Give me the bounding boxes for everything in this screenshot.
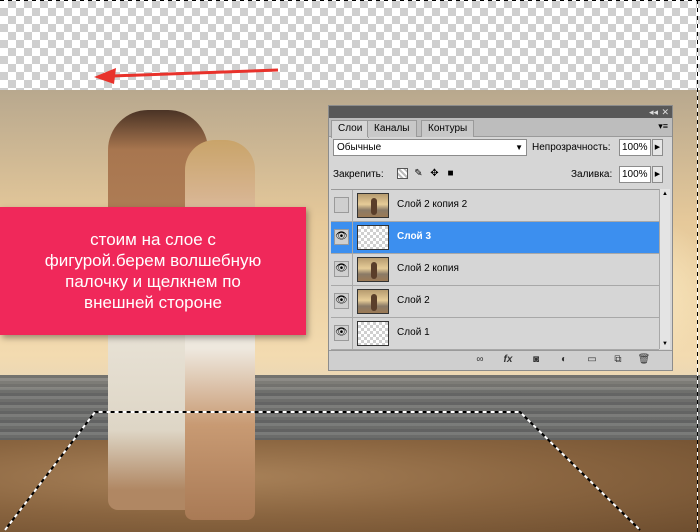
tab-channels[interactable]: Каналы: [367, 120, 417, 137]
callout-text: стоим на слое с фигурой.берем волшебную …: [44, 230, 262, 312]
layer-name: Слой 2 копия 2: [397, 199, 468, 210]
new-group-icon[interactable]: ▭: [585, 354, 599, 366]
fill-input[interactable]: 100%: [619, 166, 651, 183]
blend-mode-select[interactable]: Обычные ▼: [333, 139, 527, 156]
lock-all-icon[interactable]: ■: [445, 168, 456, 179]
visibility-toggle[interactable]: [334, 197, 349, 213]
layer-name: Слой 1: [397, 327, 430, 338]
selection-marching-ants-right: [697, 0, 698, 532]
divider: [352, 318, 353, 350]
lock-move-icon[interactable]: ✥: [429, 168, 440, 179]
layer-name: Слой 3: [397, 231, 432, 242]
adjustment-layer-icon[interactable]: ◐: [557, 354, 571, 366]
lock-row: Закрепить: ✎ ✥ ■ Заливка: 100% ▶: [333, 166, 668, 186]
fx-icon[interactable]: fx: [501, 354, 515, 366]
layer-thumbnail: [357, 193, 389, 218]
layer-mask-icon[interactable]: ◙: [529, 354, 543, 366]
fill-slider-toggle-icon[interactable]: ▶: [652, 166, 663, 183]
selection-marching-ants-top: [0, 0, 700, 1]
divider: [352, 254, 353, 286]
close-panel-icon[interactable]: ✕: [661, 106, 669, 118]
blend-row: Обычные ▼ Непрозрачность: 100% ▶: [333, 139, 668, 159]
lock-transparency-icon[interactable]: [397, 168, 408, 179]
eye-icon[interactable]: 👁: [334, 293, 349, 309]
trash-icon[interactable]: 🗑: [637, 354, 651, 366]
layers-scrollbar[interactable]: ▲ ▼: [659, 189, 670, 349]
panel-menu-icon[interactable]: ▾≡: [658, 121, 668, 132]
layer-thumbnail: [357, 289, 389, 314]
link-layers-icon[interactable]: ∞: [473, 354, 487, 366]
opacity-input[interactable]: 100%: [619, 139, 651, 156]
fill-label: Заливка:: [571, 169, 613, 180]
blend-mode-value: Обычные: [337, 142, 382, 153]
divider: [352, 286, 353, 318]
chevron-down-icon: ▼: [515, 143, 523, 152]
layer-thumbnail: [357, 321, 389, 346]
layer-row[interactable]: 👁 Слой 2 копия: [331, 254, 659, 286]
layer-name: Слой 2 копия: [397, 263, 459, 274]
collapse-panel-icon[interactable]: ◂◂: [649, 106, 658, 118]
eye-icon[interactable]: 👁: [334, 229, 349, 245]
layer-thumbnail: [357, 225, 389, 250]
layer-row[interactable]: 👁 Слой 2: [331, 286, 659, 318]
instruction-callout: стоим на слое с фигурой.берем волшебную …: [0, 207, 306, 335]
eye-icon[interactable]: 👁: [334, 325, 349, 341]
layer-row-selected[interactable]: 👁 Слой 3: [331, 222, 659, 254]
divider: [352, 190, 353, 222]
new-layer-icon[interactable]: ⧉: [611, 354, 625, 366]
panel-tabs: Слои Каналы Контуры ▾≡: [329, 118, 672, 138]
scroll-down-icon[interactable]: ▼: [660, 339, 670, 349]
scroll-up-icon[interactable]: ▲: [660, 189, 670, 199]
opacity-slider-toggle-icon[interactable]: ▶: [652, 139, 663, 156]
opacity-label: Непрозрачность:: [532, 142, 611, 153]
layer-row[interactable]: 👁 Слой 1: [331, 318, 659, 350]
lock-brush-icon[interactable]: ✎: [413, 168, 424, 179]
layer-row[interactable]: Слой 2 копия 2: [331, 190, 659, 222]
tab-paths[interactable]: Контуры: [421, 120, 475, 137]
panel-footer: ∞ fx ◙ ◐ ▭ ⧉ 🗑: [329, 350, 672, 370]
tab-layers[interactable]: Слои: [331, 120, 370, 138]
eye-icon[interactable]: 👁: [334, 261, 349, 277]
divider: [352, 222, 353, 254]
layers-list: Слой 2 копия 2 👁 Слой 3 👁 Слой 2 копия 👁…: [331, 189, 659, 350]
red-arrow-icon: [94, 68, 279, 84]
layer-thumbnail: [357, 257, 389, 282]
lock-label: Закрепить:: [333, 169, 384, 180]
panel-titlebar[interactable]: ◂◂ ✕: [329, 106, 672, 118]
layers-panel: ◂◂ ✕ Слои Каналы Контуры ▾≡ Обычные ▼ Не…: [328, 105, 673, 371]
layer-name: Слой 2: [397, 295, 430, 306]
